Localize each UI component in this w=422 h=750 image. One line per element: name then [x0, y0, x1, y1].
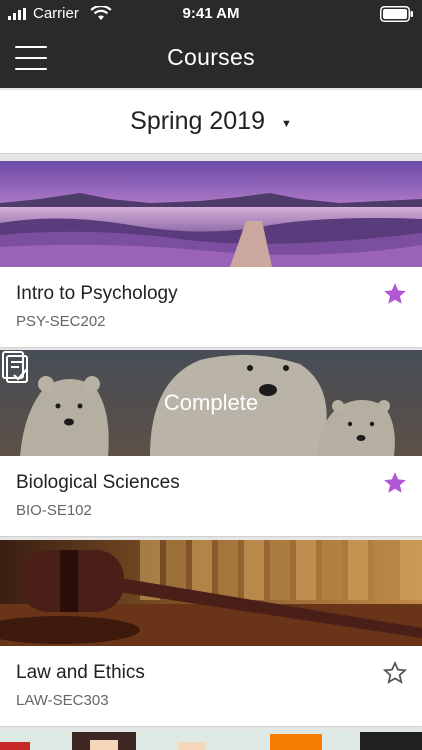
- course-info: Biological Sciences BIO-SE102: [0, 456, 422, 536]
- status-time: 9:41 AM: [182, 5, 240, 22]
- course-title: Intro to Psychology: [16, 283, 178, 304]
- caret-down-icon: ▼: [280, 117, 292, 130]
- semester-label: Spring 2019: [130, 107, 265, 135]
- course-banner-image: [0, 540, 422, 646]
- course-title: Biological Sciences: [16, 472, 180, 493]
- favorite-star-icon[interactable]: [382, 281, 408, 307]
- course-banner-image: [0, 161, 422, 267]
- pixel-art-image: [0, 732, 422, 750]
- course-code: BIO-SE102: [16, 502, 92, 519]
- complete-label: Complete: [163, 390, 259, 415]
- course-info: Law and Ethics LAW-SEC303: [0, 646, 422, 726]
- nav-bar: Courses: [0, 28, 422, 88]
- battery-icon: [380, 6, 413, 22]
- gavel-image: [0, 540, 422, 646]
- next-course-banner-peek[interactable]: [0, 730, 422, 750]
- favorite-star-outline-icon[interactable]: [382, 660, 408, 686]
- status-bar: Carrier 9:41 AM: [0, 0, 422, 28]
- completed-document-icon: [2, 351, 28, 383]
- course-card-biological-sciences[interactable]: Complete Biological Sciences BIO-SE102: [0, 350, 422, 536]
- lake-sunset-image: [0, 161, 422, 267]
- status-right: [380, 6, 414, 27]
- semester-selector[interactable]: Spring 2019 ▼: [0, 90, 422, 154]
- page-title: Courses: [167, 44, 255, 70]
- course-card-law-and-ethics[interactable]: Law and Ethics LAW-SEC303: [0, 540, 422, 726]
- course-card-psychology[interactable]: Intro to Psychology PSY-SEC202: [0, 161, 422, 347]
- complete-overlay: Complete: [0, 350, 422, 456]
- course-banner-image: Complete: [0, 350, 422, 456]
- favorite-star-icon[interactable]: [382, 470, 408, 496]
- course-info: Intro to Psychology PSY-SEC202: [0, 267, 422, 347]
- course-title: Law and Ethics: [16, 662, 145, 683]
- course-code: LAW-SEC303: [16, 692, 109, 709]
- course-code: PSY-SEC202: [16, 313, 106, 330]
